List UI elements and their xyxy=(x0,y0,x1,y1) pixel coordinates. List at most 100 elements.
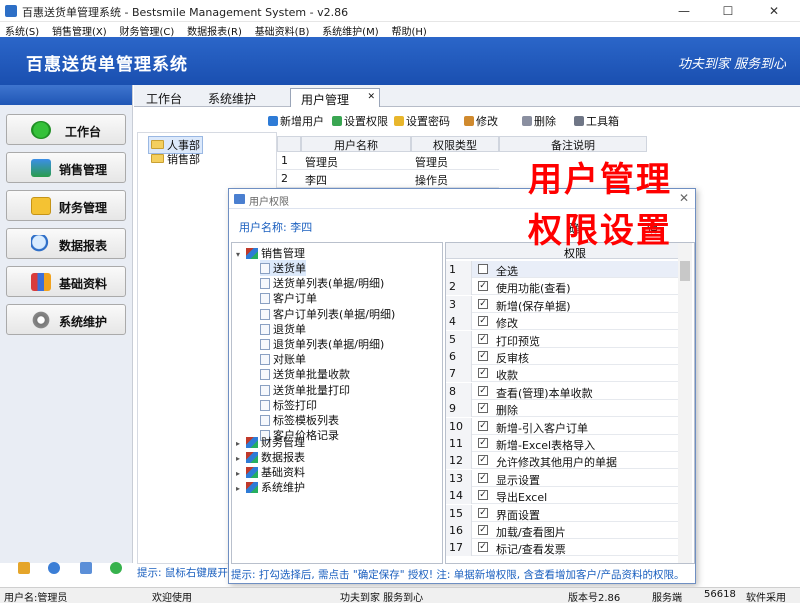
column-header[interactable]: 权限类型 xyxy=(411,136,499,152)
close-window-button[interactable]: ✕ xyxy=(752,0,796,22)
permission-checkbox[interactable]: ✓ xyxy=(478,281,488,292)
tree-item[interactable]: 送货单批量打印 xyxy=(260,382,350,398)
nav-workbench-button[interactable]: 工作台 xyxy=(6,114,126,145)
permission-checkbox[interactable]: ✓ xyxy=(478,368,488,379)
permission-row[interactable]: 8 ✓ 查看(管理)本单收款 xyxy=(446,382,678,400)
permission-checkbox[interactable]: ✓ xyxy=(478,455,488,466)
tree-group-maintenance[interactable]: ▸ 系统维护 xyxy=(236,479,305,495)
tree-group-sales[interactable]: ▾ 销售管理 xyxy=(236,245,305,261)
permission-row[interactable]: 9 ✓ 删除 xyxy=(446,400,678,418)
tree-item[interactable]: 送货单批量收款 xyxy=(260,366,350,382)
lock-icon[interactable] xyxy=(18,562,30,574)
permission-row[interactable]: 16 ✓ 加载/查看图片 xyxy=(446,522,678,539)
tree-group-reports[interactable]: ▸ 数据报表 xyxy=(236,449,305,465)
scrollbar-thumb[interactable] xyxy=(680,261,690,281)
permission-row[interactable]: 1 全选 xyxy=(446,261,678,278)
nav-maintenance-button[interactable]: 系统维护 xyxy=(6,304,126,335)
toolbar-label: 删除 xyxy=(534,115,556,128)
main-hint: 提示: 鼠标右键展开 xyxy=(137,567,228,579)
refresh-icon[interactable] xyxy=(110,562,122,574)
delete-button[interactable]: 删除 xyxy=(522,113,556,129)
expand-icon[interactable]: ▸ xyxy=(236,469,245,478)
expand-icon[interactable]: ▸ xyxy=(236,439,245,448)
permission-checkbox[interactable]: ✓ xyxy=(478,351,488,361)
tree-item[interactable]: 客户订单 xyxy=(260,290,317,306)
permission-grid: 权限 1 全选 2 ✓ 使用功能(查看) 3 ✓ 新增(保存单据) 4 ✓ 修改 5 ✓ 打印预览 6 ✓ 反审… xyxy=(445,242,695,564)
tree-group-basic-data[interactable]: ▸ 基础资料 xyxy=(236,464,305,480)
tab-maintenance[interactable]: 系统维护 xyxy=(198,88,266,107)
tree-item[interactable]: 送货单列表(单据/明细) xyxy=(260,275,384,291)
minimize-button[interactable]: — xyxy=(662,0,706,22)
permission-checkbox[interactable]: ✓ xyxy=(478,490,488,501)
monitor-icon[interactable] xyxy=(80,562,92,574)
nav-basic-data-button[interactable]: 基础资料 xyxy=(6,266,126,297)
nav-finance-button[interactable]: 财务管理 xyxy=(6,190,126,221)
tab-workbench[interactable]: 工作台 xyxy=(136,88,192,107)
permission-row[interactable]: 7 ✓ 收款 xyxy=(446,365,678,383)
permission-row[interactable]: 4 ✓ 修改 xyxy=(446,313,678,331)
permission-checkbox[interactable]: ✓ xyxy=(478,525,488,535)
nav-reports-button[interactable]: 数据报表 xyxy=(6,228,126,259)
permission-checkbox[interactable]: ✓ xyxy=(478,316,488,327)
set-permission-button[interactable]: 设置权限 xyxy=(332,113,388,129)
permission-checkbox[interactable]: ✓ xyxy=(478,438,488,448)
tree-item[interactable]: 标签模板列表 xyxy=(260,412,339,428)
permission-row[interactable]: 3 ✓ 新增(保存单据) xyxy=(446,295,678,313)
maximize-button[interactable]: ☐ xyxy=(706,0,750,22)
tab-user-management[interactable]: 用户管理 ✕ xyxy=(290,88,380,107)
user-name-cell[interactable]: 管理员 xyxy=(301,152,411,170)
permission-row[interactable]: 10 ✓ 新增-引入客户订单 xyxy=(446,417,678,435)
user-name-cell[interactable]: 李四 xyxy=(301,170,411,188)
tree-item[interactable]: 退货单列表(单据/明细) xyxy=(260,336,384,352)
dialog-close-button[interactable]: ✕ xyxy=(679,191,689,205)
menu-reports[interactable]: 数据报表(R) xyxy=(182,22,246,38)
tree-group-finance[interactable]: ▸ 财务管理 xyxy=(236,434,305,450)
vertical-scrollbar[interactable] xyxy=(678,243,692,563)
menu-finance[interactable]: 财务管理(C) xyxy=(114,22,178,38)
column-header[interactable]: 备注说明 xyxy=(499,136,647,152)
tree-item[interactable]: 退货单 xyxy=(260,321,306,337)
toolbox-button[interactable]: 工具箱 xyxy=(574,113,619,129)
permission-checkbox[interactable]: ✓ xyxy=(478,403,488,414)
permission-row[interactable]: 14 ✓ 导出Excel xyxy=(446,487,678,505)
tree-item[interactable]: 客户订单列表(单据/明细) xyxy=(260,306,395,322)
permission-row[interactable]: 15 ✓ 界面设置 xyxy=(446,504,678,522)
set-password-button[interactable]: 设置密码 xyxy=(394,113,450,129)
menu-help[interactable]: 帮助(H) xyxy=(386,22,430,38)
column-header[interactable]: 用户名称 xyxy=(301,136,411,152)
tree-item[interactable]: 对账单 xyxy=(260,351,306,367)
tab-close-icon[interactable]: ✕ xyxy=(367,92,375,102)
permission-row[interactable]: 13 ✓ 显示设置 xyxy=(446,469,678,487)
permission-checkbox[interactable]: ✓ xyxy=(478,298,488,309)
nav-sales-button[interactable]: 销售管理 xyxy=(6,152,126,183)
tree-item[interactable]: 标签打印 xyxy=(260,397,317,413)
permission-row[interactable]: 6 ✓ 反审核 xyxy=(446,348,678,365)
expand-icon[interactable]: ▸ xyxy=(236,484,245,493)
tree-item-sales[interactable]: 销售部 xyxy=(151,151,200,167)
permission-checkbox[interactable]: ✓ xyxy=(478,385,488,396)
permission-checkbox[interactable]: ✓ xyxy=(478,542,488,553)
collapse-icon[interactable]: ▾ xyxy=(236,250,245,259)
permission-checkbox[interactable] xyxy=(478,264,488,274)
user-type-cell[interactable]: 操作员 xyxy=(411,170,499,188)
permission-row[interactable]: 2 ✓ 使用功能(查看) xyxy=(446,278,678,296)
menu-system[interactable]: 系统(S) xyxy=(0,22,43,38)
expand-icon[interactable]: ▸ xyxy=(236,454,245,463)
permission-row[interactable]: 5 ✓ 打印预览 xyxy=(446,330,678,348)
user-type-cell[interactable]: 管理员 xyxy=(411,152,499,170)
permission-row[interactable]: 12 ✓ 允许修改其他用户的单据 xyxy=(446,452,678,470)
permission-checkbox[interactable]: ✓ xyxy=(478,420,488,431)
permission-checkbox[interactable]: ✓ xyxy=(478,333,488,344)
permission-row[interactable]: 11 ✓ 新增-Excel表格导入 xyxy=(446,435,678,452)
clock-icon[interactable] xyxy=(48,562,60,574)
tree-item[interactable]: 送货单 xyxy=(260,260,306,276)
permission-checkbox[interactable]: ✓ xyxy=(478,507,488,518)
menu-sales[interactable]: 销售管理(X) xyxy=(47,22,111,38)
permission-row[interactable]: 17 ✓ 标记/查看发票 xyxy=(446,539,678,557)
menu-maintenance[interactable]: 系统维护(M) xyxy=(317,22,382,38)
menu-basic-data[interactable]: 基础资料(B) xyxy=(250,22,314,38)
edit-button[interactable]: 修改 xyxy=(464,113,498,129)
add-user-button[interactable]: 新增用户 xyxy=(268,113,324,129)
tree-group-label: 销售管理 xyxy=(261,247,305,260)
permission-checkbox[interactable]: ✓ xyxy=(478,472,488,483)
